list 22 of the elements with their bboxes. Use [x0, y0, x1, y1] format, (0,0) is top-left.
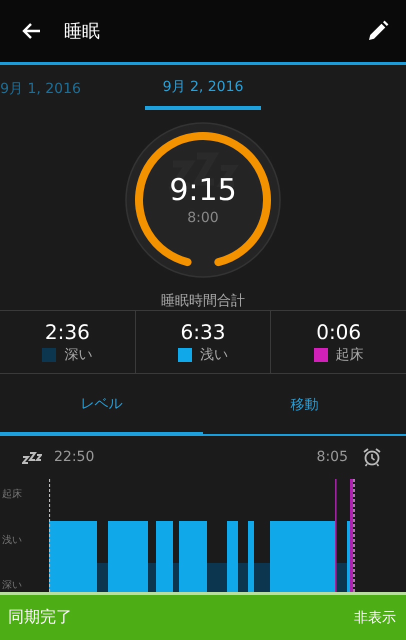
- total-sleep-time: 9:15: [169, 174, 237, 208]
- level-label: 深い: [2, 579, 23, 592]
- sync-message: 同期完了: [8, 607, 72, 628]
- level-label: 浅い: [2, 534, 23, 546]
- date-tab[interactable]: 9月 1, 2016: [0, 65, 122, 110]
- stage-label: 深い: [64, 346, 92, 364]
- stage-duration: 2:36: [44, 320, 90, 344]
- sleep-goal: 8:00: [187, 210, 219, 226]
- level-label: 起床: [2, 488, 23, 501]
- view-tab[interactable]: 移動: [203, 374, 406, 434]
- start-time: 22:50: [54, 448, 94, 464]
- stage-duration: 0:06: [316, 320, 362, 344]
- stage-duration: 6:33: [180, 320, 226, 344]
- alarm-clock-icon: [362, 446, 382, 466]
- screen-title: 睡眠: [64, 20, 100, 43]
- stage-label: 起床: [336, 346, 364, 364]
- end-time: 8:05: [316, 448, 348, 464]
- pencil-icon[interactable]: [366, 19, 390, 43]
- total-sleep-label: 睡眠時間合計: [161, 292, 245, 310]
- view-tab[interactable]: レベル: [0, 374, 203, 436]
- date-tab[interactable]: 9月 2, 2016: [145, 65, 261, 110]
- stage-label: 浅い: [200, 346, 228, 364]
